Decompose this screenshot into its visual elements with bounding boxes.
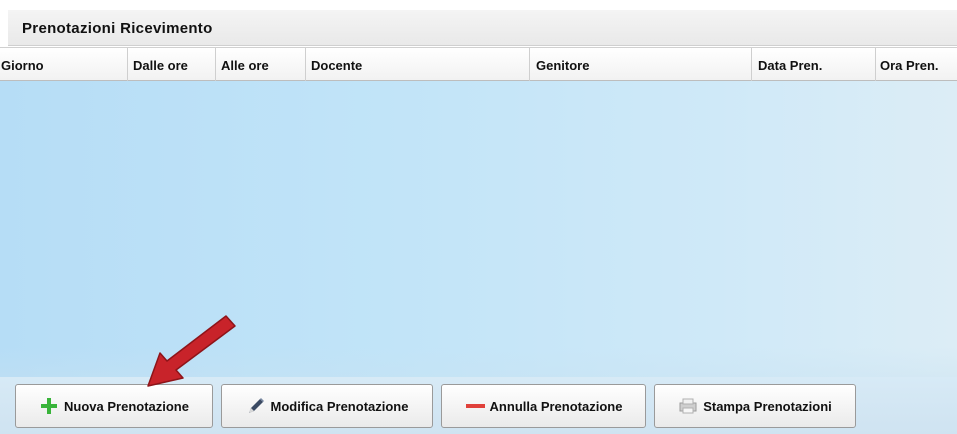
modifica-prenotazione-label: Modifica Prenotazione	[270, 398, 409, 414]
nuova-prenotazione-label: Nuova Prenotazione	[64, 398, 189, 414]
column-header-dalle-ore[interactable]: Dalle ore	[128, 48, 216, 81]
column-header-ora-pren[interactable]: Ora Pren.	[876, 48, 957, 81]
panel-header: Prenotazioni Ricevimento	[8, 10, 957, 46]
annulla-prenotazione-button[interactable]: Annulla Prenotazione	[441, 384, 646, 428]
red-arrow-annotation	[147, 315, 236, 387]
column-header-genitore[interactable]: Genitore	[530, 48, 752, 81]
minus-icon	[465, 396, 485, 416]
printer-icon	[678, 396, 698, 416]
stampa-prenotazioni-label: Stampa Prenotazioni	[703, 398, 832, 414]
column-header-alle-ore[interactable]: Alle ore	[216, 48, 306, 81]
top-strip	[0, 0, 957, 8]
column-header-giorno[interactable]: Giorno	[0, 48, 128, 81]
window: Prenotazioni Ricevimento Giorno Dalle or…	[0, 0, 957, 434]
stampa-prenotazioni-button[interactable]: Stampa Prenotazioni	[654, 384, 856, 428]
column-header-docente[interactable]: Docente	[306, 48, 530, 81]
annulla-prenotazione-label: Annulla Prenotazione	[489, 398, 623, 414]
table-header: Giorno Dalle ore Alle ore Docente Genito…	[0, 47, 957, 81]
pencil-icon	[246, 396, 266, 416]
plus-icon	[39, 396, 59, 416]
modifica-prenotazione-button[interactable]: Modifica Prenotazione	[221, 384, 433, 428]
panel-title: Prenotazioni Ricevimento	[22, 20, 213, 37]
column-header-data-pren[interactable]: Data Pren.	[752, 48, 876, 81]
